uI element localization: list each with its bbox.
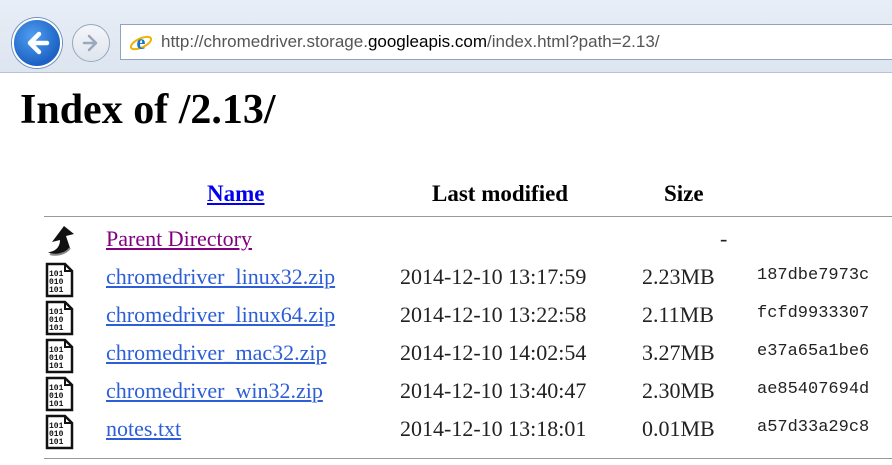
table-row: 101 010 101 chromedriver_win32.zip 2014-… bbox=[0, 374, 892, 412]
back-button[interactable] bbox=[12, 18, 62, 68]
binary-file-icon: 101 010 101 bbox=[45, 262, 74, 298]
svg-text:101: 101 bbox=[49, 324, 64, 333]
file-size: 3.27MB bbox=[642, 340, 715, 365]
column-header-size: Size bbox=[664, 181, 704, 206]
file-size: 2.30MB bbox=[642, 378, 715, 403]
table-row: 101 010 101 chromedriver_linux32.zip 201… bbox=[0, 260, 892, 298]
binary-file-icon: 101 010 101 bbox=[45, 338, 74, 374]
internet-explorer-icon: e bbox=[129, 32, 153, 54]
svg-text:101: 101 bbox=[49, 362, 64, 371]
column-header-name[interactable]: Name bbox=[207, 181, 264, 207]
file-link[interactable]: notes.txt bbox=[106, 416, 181, 442]
binary-file-icon: 101 010 101 bbox=[45, 414, 74, 450]
file-size: 2.11MB bbox=[642, 302, 714, 327]
svg-text:101: 101 bbox=[49, 400, 64, 409]
file-size: 2.23MB bbox=[642, 264, 715, 289]
table-row: 101 010 101 notes.txt 2014-12-10 13:18:0… bbox=[0, 412, 892, 450]
address-url[interactable]: http://chromedriver.storage.googleapis.c… bbox=[161, 32, 660, 52]
address-bar[interactable]: e http://chromedriver.storage.googleapis… bbox=[120, 24, 892, 60]
header-divider bbox=[44, 216, 892, 217]
footer-divider bbox=[44, 458, 892, 459]
svg-text:101: 101 bbox=[49, 286, 64, 295]
back-arrow-icon bbox=[48, 226, 74, 256]
table-row: 101 010 101 chromedriver_mac32.zip 2014-… bbox=[0, 336, 892, 374]
last-modified: 2014-12-10 13:17:59 bbox=[400, 264, 587, 289]
table-row: 101 010 101 chromedriver_linux64.zip 201… bbox=[0, 298, 892, 336]
file-hash: a57d33a29c8 bbox=[757, 418, 870, 437]
file-size: 0.01MB bbox=[642, 416, 715, 441]
forward-button[interactable] bbox=[72, 24, 110, 62]
file-link[interactable]: chromedriver_mac32.zip bbox=[106, 340, 327, 366]
last-modified: 2014-12-10 13:18:01 bbox=[400, 416, 587, 441]
file-link[interactable]: chromedriver_win32.zip bbox=[106, 378, 323, 404]
page-title: Index of /2.13/ bbox=[20, 87, 276, 133]
binary-file-icon: 101 010 101 bbox=[45, 300, 74, 336]
url-suffix: /index.html?path=2.13/ bbox=[487, 32, 660, 51]
last-modified: 2014-12-10 13:22:58 bbox=[400, 302, 587, 327]
last-modified: 2014-12-10 14:02:54 bbox=[400, 340, 587, 365]
binary-file-icon: 101 010 101 bbox=[45, 376, 74, 412]
svg-text:101: 101 bbox=[49, 438, 64, 447]
table-row: Parent Directory - bbox=[0, 222, 892, 260]
url-prefix: http://chromedriver.storage. bbox=[161, 32, 368, 51]
back-arrow-icon bbox=[27, 31, 50, 55]
file-link[interactable]: chromedriver_linux32.zip bbox=[106, 264, 335, 290]
file-hash: fcfd9933307 bbox=[757, 304, 870, 323]
file-hash: e37a65a1be6 bbox=[757, 342, 870, 361]
file-hash: 187dbe7973c bbox=[757, 266, 870, 285]
url-domain: googleapis.com bbox=[367, 32, 488, 51]
last-modified: 2014-12-10 13:40:47 bbox=[400, 378, 587, 403]
parent-directory-link[interactable]: Parent Directory bbox=[106, 226, 252, 252]
browser-toolbar: e http://chromedriver.storage.googleapis… bbox=[0, 0, 892, 73]
file-size: - bbox=[720, 226, 728, 251]
svg-text:e: e bbox=[137, 32, 146, 54]
forward-arrow-icon bbox=[82, 34, 98, 52]
file-hash: ae85407694d bbox=[757, 380, 870, 399]
file-link[interactable]: chromedriver_linux64.zip bbox=[106, 302, 335, 328]
column-header-last-modified: Last modified bbox=[432, 181, 569, 206]
